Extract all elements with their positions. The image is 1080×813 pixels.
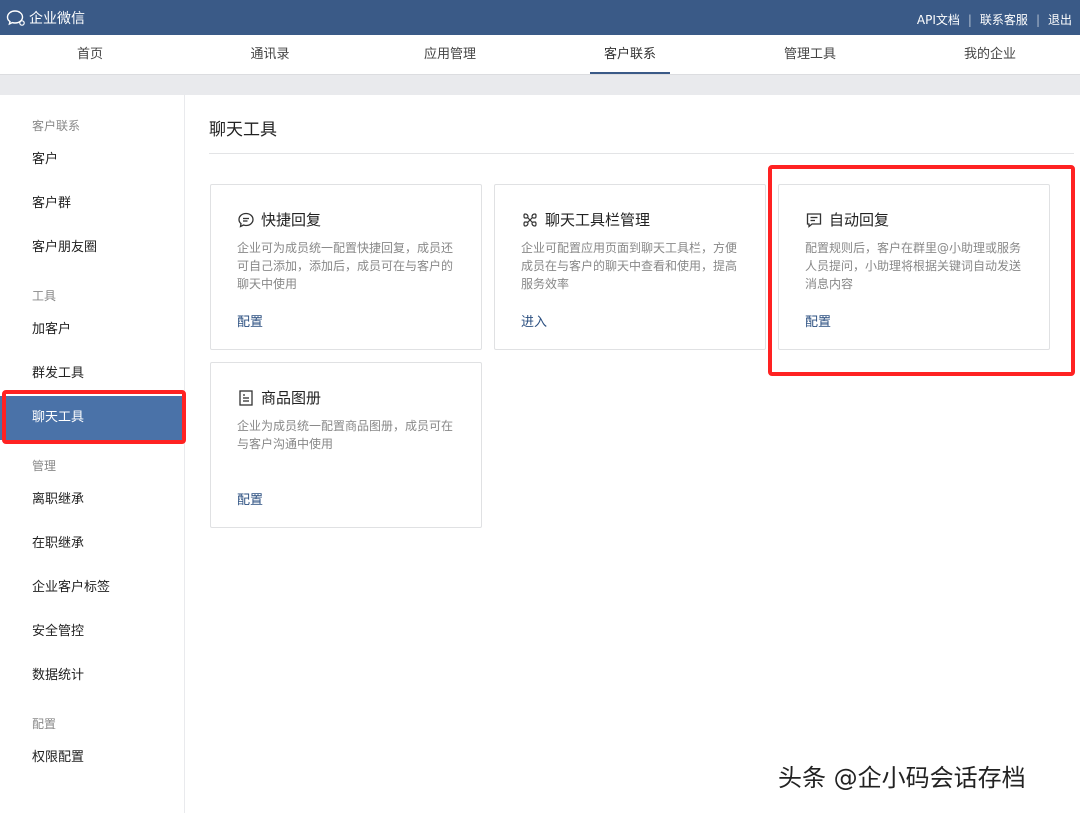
highlight-box-auto-reply [768, 165, 1075, 376]
api-docs-link[interactable]: API文档 [909, 11, 968, 28]
sidebar-section-title: 配置 [32, 717, 57, 731]
sidebar-item-add-customer[interactable]: 加客户 [0, 308, 184, 352]
card-header: 聊天工具栏管理 [521, 209, 650, 230]
sidebar-item-moments[interactable]: 客户朋友圈 [0, 226, 184, 270]
sidebar-item-customer-tags[interactable]: 企业客户标签 [0, 566, 184, 610]
nav-my-enterprise[interactable]: 我的企业 [950, 35, 1030, 75]
configure-catalog-link[interactable]: 配置 [237, 489, 263, 508]
sidebar-item-statistics[interactable]: 数据统计 [0, 654, 184, 698]
nav-home[interactable]: 首页 [63, 35, 117, 75]
card-title: 聊天工具栏管理 [545, 211, 651, 229]
card-description: 企业可为成员统一配置快捷回复，成员还可自己添加，添加后，成员可在与客户的聊天中使… [237, 241, 454, 291]
catalog-icon [239, 389, 253, 406]
page-title: 聊天工具 [209, 120, 277, 140]
brand-logo[interactable]: 企业微信 [6, 8, 85, 28]
wecom-logo-icon [6, 10, 25, 26]
toolbar-icon [523, 212, 537, 227]
configure-quick-reply-link[interactable]: 配置 [237, 311, 263, 330]
nav-app-management[interactable]: 应用管理 [410, 35, 490, 75]
sidebar: 客户联系 客户 客户群 客户朋友圈 工具 加客户 群发工具 聊天工具 管理 离职… [0, 95, 184, 813]
divider [209, 153, 1074, 154]
sidebar-item-security[interactable]: 安全管控 [0, 610, 184, 654]
sidebar-item-customers[interactable]: 客户 [0, 138, 184, 182]
sidebar-item-resigned-transfer[interactable]: 离职继承 [0, 478, 184, 522]
top-bar: 企业微信 API文档 | 联系客服 | 退出 [0, 0, 1080, 35]
card-product-catalog: 商品图册 企业为成员统一配置商品图册，成员可在与客户沟通中使用 配置 [210, 362, 482, 528]
watermark-text: 头条 @企小码会话存档 [778, 764, 1026, 792]
highlight-box-sidebar [2, 390, 186, 444]
logout-link[interactable]: 退出 [1040, 11, 1080, 28]
quick-reply-icon [238, 212, 254, 228]
card-title: 快捷回复 [261, 211, 322, 229]
nav-management-tools[interactable]: 管理工具 [770, 35, 850, 75]
sidebar-section-title: 工具 [32, 289, 57, 303]
sidebar-section-title: 客户联系 [32, 119, 81, 133]
sidebar-item-customer-groups[interactable]: 客户群 [0, 182, 184, 226]
card-chat-toolbar: 聊天工具栏管理 企业可配置应用页面到聊天工具栏，方便成员在与客户的聊天中查看和使… [494, 184, 766, 350]
nav-contacts[interactable]: 通讯录 [236, 35, 303, 75]
card-description: 企业可配置应用页面到聊天工具栏，方便成员在与客户的聊天中查看和使用，提高服务效率 [521, 241, 738, 291]
top-links: API文档 | 联系客服 | 退出 [909, 11, 1080, 28]
card-title: 商品图册 [261, 389, 322, 407]
sidebar-section-title: 管理 [32, 459, 57, 473]
card-header: 商品图册 [237, 387, 321, 408]
card-description: 企业为成员统一配置商品图册，成员可在与客户沟通中使用 [237, 419, 454, 451]
divider: | [1035, 12, 1040, 27]
main-nav: 首页 通讯录 应用管理 客户联系 管理工具 我的企业 [0, 35, 1080, 75]
brand-name: 企业微信 [29, 11, 85, 27]
enter-chat-toolbar-link[interactable]: 进入 [521, 311, 547, 330]
card-header: 快捷回复 [237, 209, 321, 230]
card-quick-reply: 快捷回复 企业可为成员统一配置快捷回复，成员还可自己添加，添加后，成员可在与客户… [210, 184, 482, 350]
contact-support-link[interactable]: 联系客服 [972, 11, 1036, 28]
sidebar-item-permissions[interactable]: 权限配置 [0, 736, 184, 780]
nav-customer-contact[interactable]: 客户联系 [589, 35, 671, 75]
sidebar-item-onjob-transfer[interactable]: 在职继承 [0, 522, 184, 566]
divider: | [967, 12, 972, 27]
